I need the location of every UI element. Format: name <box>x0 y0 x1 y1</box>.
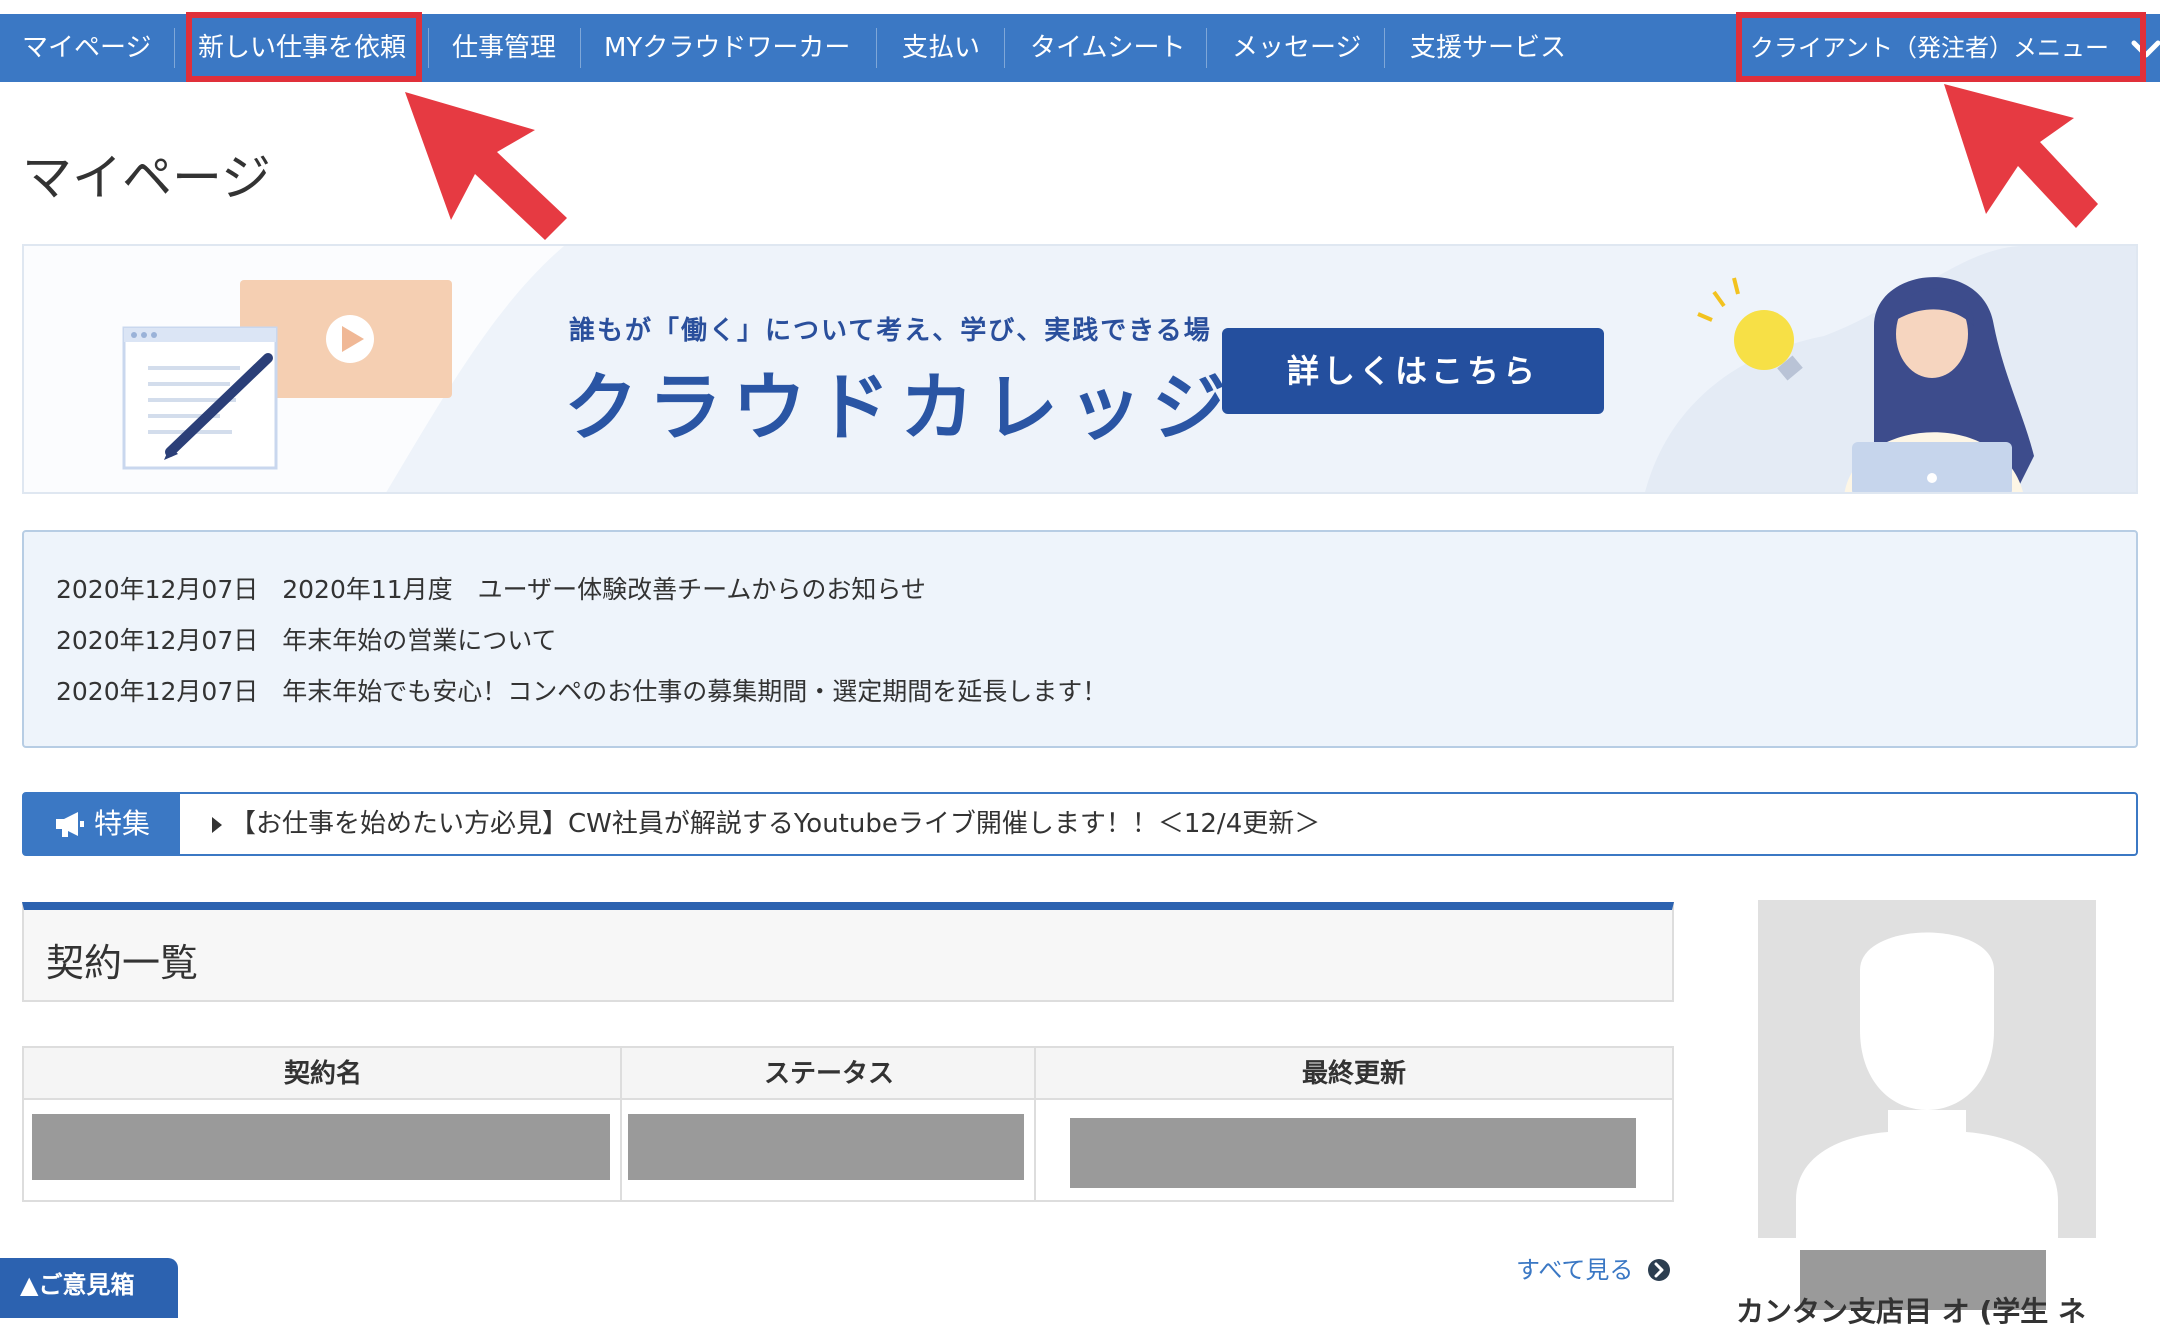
red-arrow-annotation <box>1944 84 2098 228</box>
profile-name-text: カンタン支店目 オ (学生 ネ <box>1736 1295 2087 1328</box>
see-all-link[interactable]: すべて見る <box>1516 1250 1671 1285</box>
nav-divider <box>174 28 175 68</box>
redacted-status <box>628 1114 1024 1180</box>
contracts-table: 契約名 ステータス 最終更新 <box>22 1046 1674 1202</box>
nav-divider <box>428 28 429 68</box>
banner-tagline: 誰もが「働く」について考え、学び、実践できる場 <box>569 316 1212 346</box>
feature-label: 特集 <box>24 794 180 854</box>
news-item[interactable]: 2020年12月07日 年末年始の営業について <box>56 621 557 657</box>
megaphone-icon <box>56 812 84 837</box>
redacted-contract-name <box>32 1114 610 1180</box>
contracts-section-header: 契約一覧 <box>22 902 1674 1002</box>
see-all-label: すべて見る <box>1516 1256 1634 1284</box>
news-title: 2020年11月度 ユーザー体験改善チームからのお知らせ <box>282 575 926 604</box>
nav-divider <box>580 28 581 68</box>
nav-item-job-management[interactable]: 仕事管理 <box>452 14 556 82</box>
news-date: 2020年12月07日 <box>56 626 259 655</box>
video-document-illustration <box>122 280 452 470</box>
banner-details-button[interactable]: 詳しくはこちら <box>1222 328 1604 414</box>
feature-bar: 特集 【お仕事を始めたい方必見】CW社員が解説するYoutubeライブ開催します… <box>22 792 2138 856</box>
nav-divider <box>1004 28 1005 68</box>
nav-divider <box>876 28 877 68</box>
news-date: 2020年12月07日 <box>56 575 259 604</box>
column-header-status[interactable]: ステータス <box>622 1048 1036 1100</box>
news-title: 年末年始でも安心！コンペのお仕事の募集期間・選定期間を延長します！ <box>282 677 1108 706</box>
news-panel: 2020年12月07日 2020年11月度 ユーザー体験改善チームからのお知らせ … <box>22 530 2138 748</box>
caret-right-icon <box>212 817 222 833</box>
avatar[interactable] <box>1758 900 2096 1238</box>
red-arrow-annotation <box>405 92 567 240</box>
column-divider <box>1034 1048 1036 1200</box>
nav-item-message[interactable]: メッセージ <box>1232 14 1361 82</box>
highlight-box-client-menu <box>1736 12 2146 82</box>
column-header-last-updated[interactable]: 最終更新 <box>1036 1048 1672 1100</box>
woman-with-lightbulb-illustration <box>1697 277 2034 492</box>
nav-item-payment[interactable]: 支払い <box>902 14 980 82</box>
redacted-last-updated <box>1070 1118 1636 1188</box>
feature-label-text: 特集 <box>94 807 151 840</box>
contracts-heading: 契約一覧 <box>46 941 199 985</box>
column-divider <box>620 1048 622 1200</box>
page-title: マイページ <box>22 149 271 207</box>
nav-item-my-crowdworker[interactable]: MYクラウドワーカー <box>604 14 850 82</box>
nav-item-support[interactable]: 支援サービス <box>1410 14 1566 82</box>
feedback-tab[interactable]: ▲ご意見箱 <box>0 1258 178 1318</box>
feature-link[interactable]: 【お仕事を始めたい方必見】CW社員が解説するYoutubeライブ開催します！！＜… <box>230 794 1320 854</box>
nav-divider <box>1384 28 1385 68</box>
column-header-contract-name[interactable]: 契約名 <box>24 1048 622 1100</box>
news-title: 年末年始の営業について <box>282 626 557 655</box>
nav-item-mypage[interactable]: マイページ <box>22 14 151 82</box>
highlight-box-new-job <box>186 12 422 82</box>
news-item[interactable]: 2020年12月07日 年末年始でも安心！コンペのお仕事の募集期間・選定期間を延長… <box>56 672 1107 708</box>
user-silhouette-icon <box>1796 932 2058 1238</box>
news-item[interactable]: 2020年12月07日 2020年11月度 ユーザー体験改善チームからのお知らせ <box>56 570 926 606</box>
crowd-college-banner[interactable]: 誰もが「働く」について考え、学び、実践できる場 クラウドカレッジ 詳しくはこちら <box>22 244 2138 494</box>
nav-item-timesheet[interactable]: タイムシート <box>1030 14 1185 82</box>
circle-arrow-right-icon <box>1648 1259 1671 1281</box>
news-date: 2020年12月07日 <box>56 677 259 706</box>
nav-divider <box>1206 28 1207 68</box>
banner-title: クラウドカレッジ <box>564 365 1236 451</box>
